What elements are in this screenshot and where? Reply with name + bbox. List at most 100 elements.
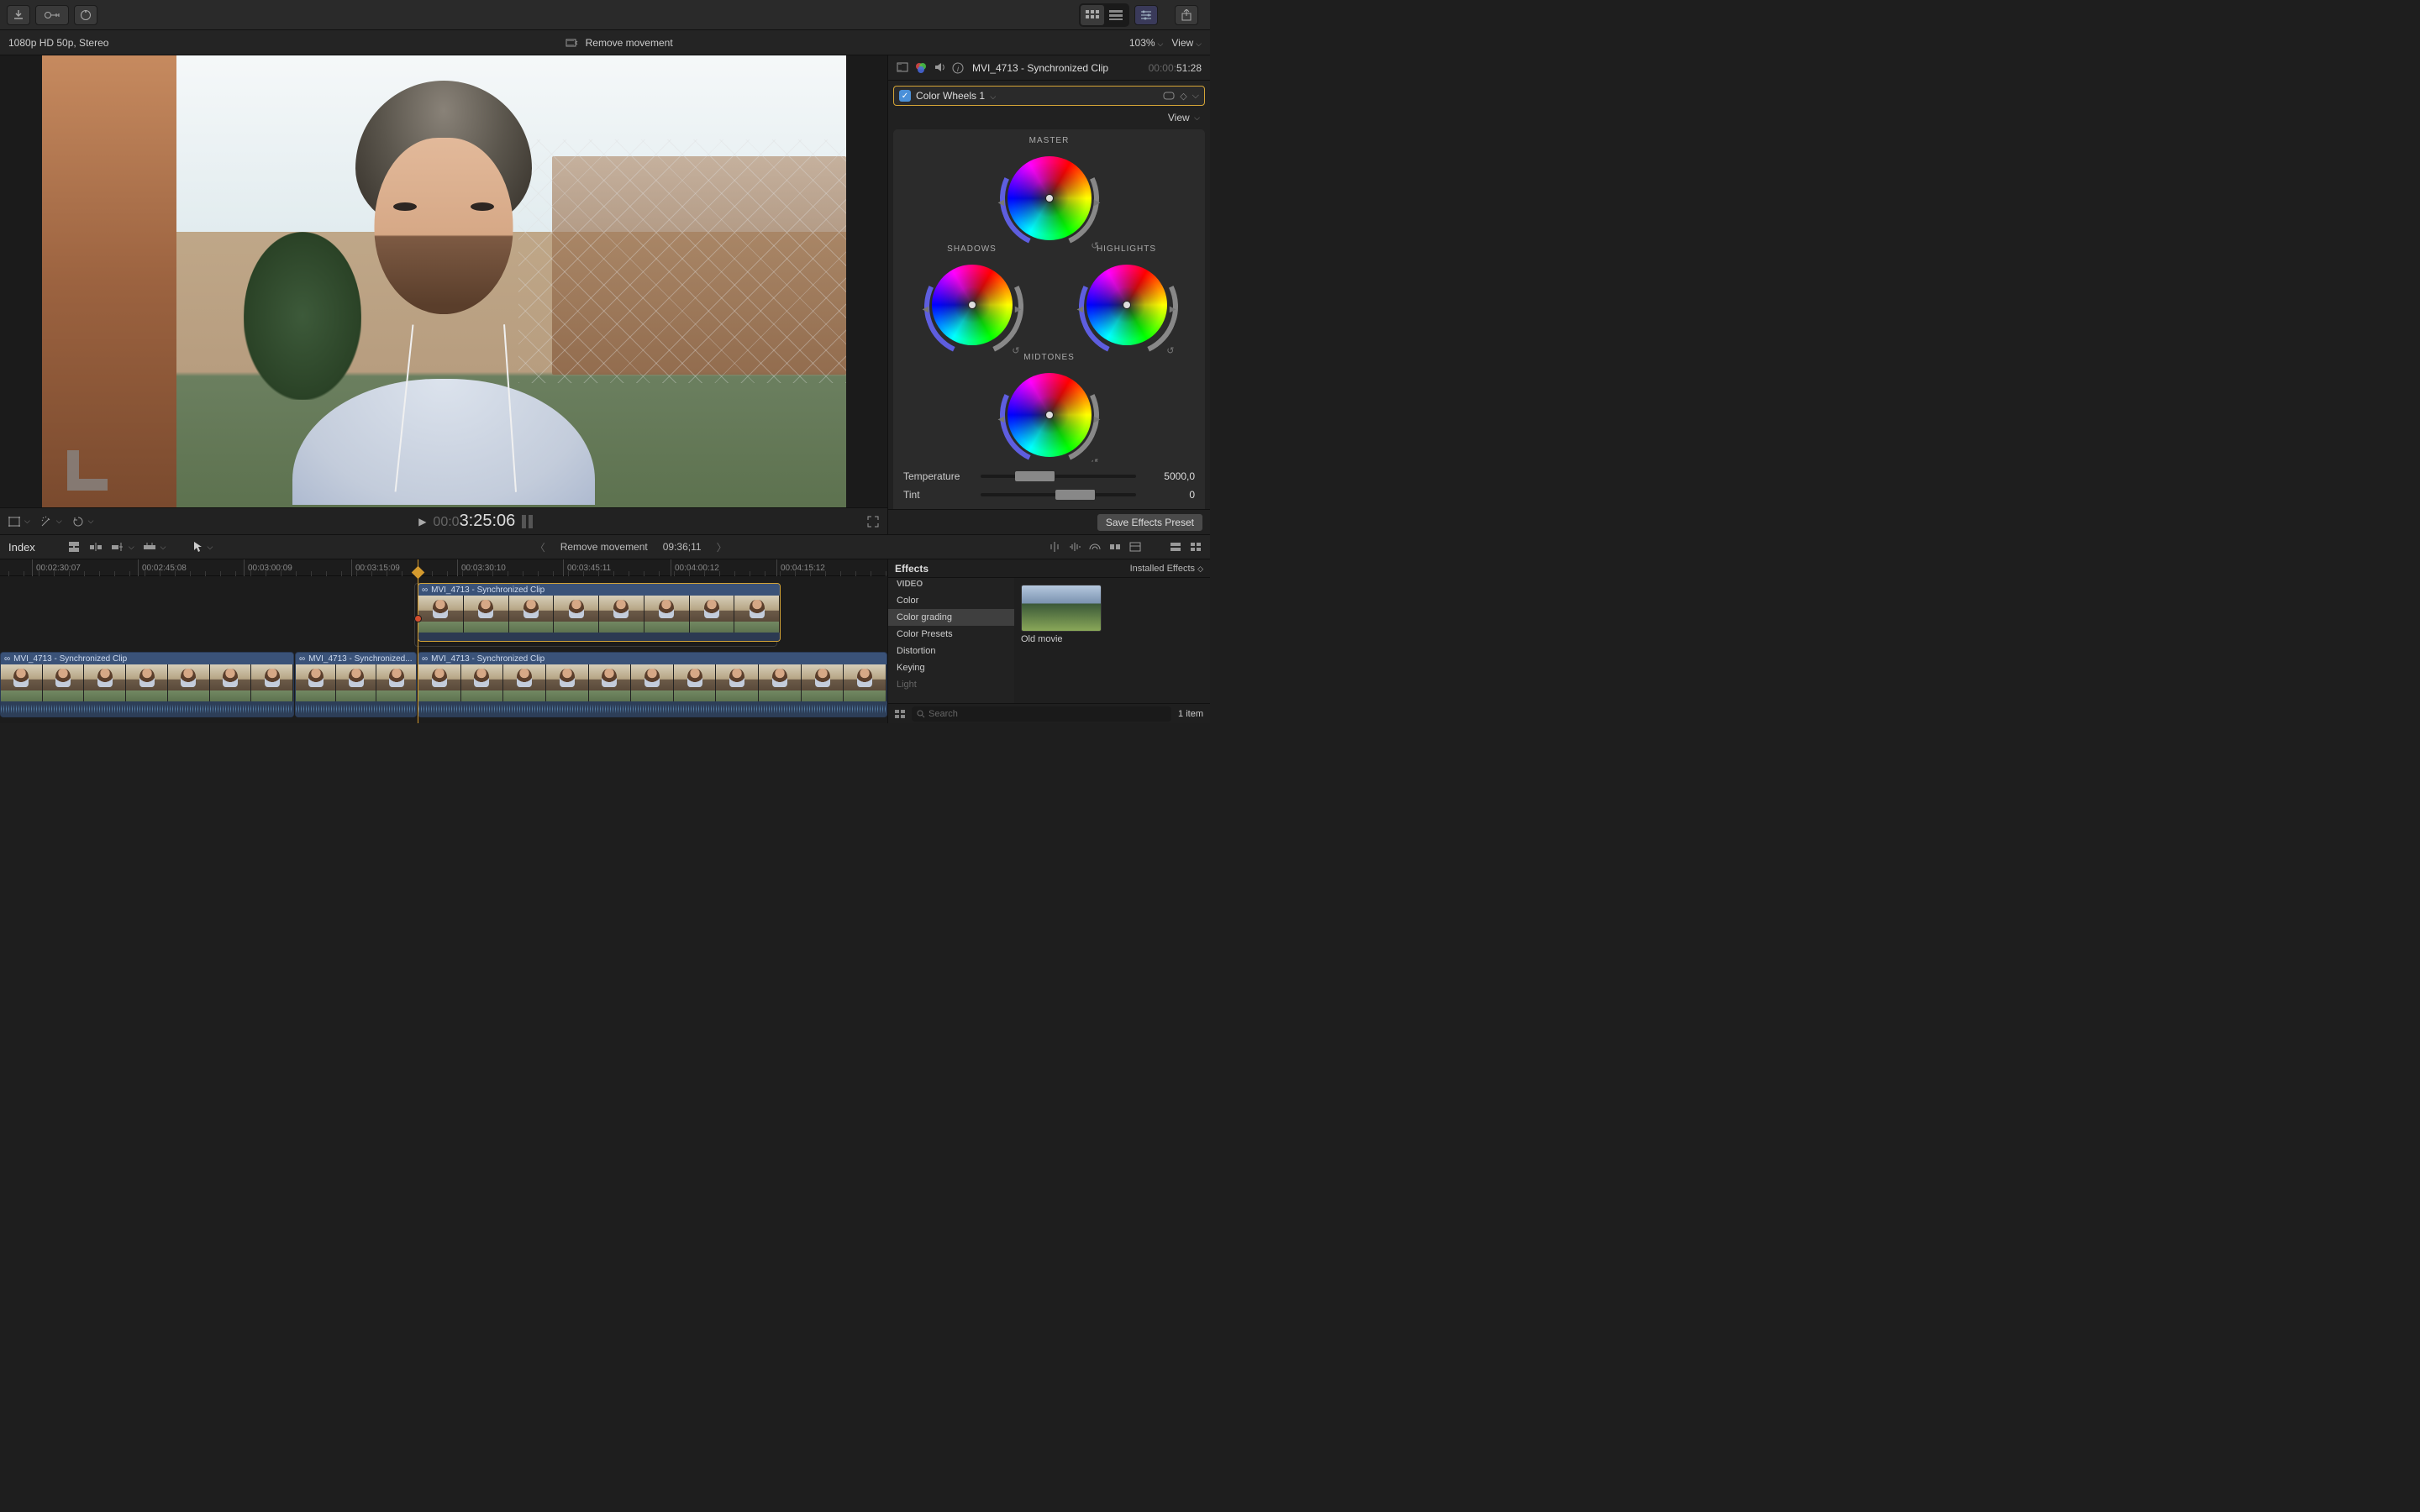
clip-thumbnail <box>210 664 252 701</box>
primary-clip-1[interactable]: ∞MVI_4713 - Synchronized Clip <box>0 652 294 717</box>
play-icon[interactable]: ▶ <box>418 516 426 528</box>
connect-clip-button[interactable] <box>67 541 81 553</box>
color-sliders: Temperature 5000,0 Tint 0 <box>893 462 1205 509</box>
import-button[interactable] <box>7 5 30 25</box>
effect-thumbnail <box>1021 585 1102 632</box>
temperature-value[interactable]: 5000,0 <box>1144 470 1195 482</box>
timeline-index-button[interactable]: Index <box>8 541 35 554</box>
video-inspector-icon[interactable] <box>897 62 908 74</box>
inspector-timecode: 00:00:51:28 <box>1149 62 1202 74</box>
reset-icon[interactable]: ↺ <box>1091 240 1098 251</box>
effects-category-color[interactable]: Color <box>888 592 1014 609</box>
clip-thumbnail <box>509 596 555 633</box>
skimming-button[interactable] <box>1049 541 1060 553</box>
clip-thumbnail <box>631 664 674 701</box>
search-icon <box>917 710 925 718</box>
overwrite-clip-button[interactable]: ⌵ <box>143 541 166 553</box>
timeline-history-back[interactable]: 〈 <box>535 540 545 554</box>
inspector-toggle-button[interactable] <box>1134 5 1158 25</box>
retiming-icon[interactable] <box>566 38 579 48</box>
timeline-ruler[interactable]: 00:02:30:0700:02:45:0800:03:00:0900:03:1… <box>0 559 887 576</box>
reset-icon[interactable]: ↺ <box>1012 345 1019 356</box>
lane-button[interactable] <box>1129 542 1141 552</box>
transform-handle-icon[interactable] <box>67 450 108 491</box>
timeline-layout-button[interactable] <box>1104 5 1128 25</box>
timeline-history-forward[interactable]: 〉 <box>717 540 727 554</box>
browser-layout-button[interactable] <box>1081 5 1104 25</box>
svg-text:i: i <box>957 65 960 73</box>
timeline[interactable]: 00:02:30:0700:02:45:0800:03:00:0900:03:1… <box>0 559 887 723</box>
reset-icon[interactable]: ↺ <box>1166 345 1174 356</box>
wheels-view-dropdown[interactable]: View ⌵ <box>888 106 1210 129</box>
zoom-dropdown[interactable]: 103%⌵ <box>1129 37 1164 49</box>
grid-view-icon[interactable] <box>895 710 905 718</box>
audio-skimming-button[interactable] <box>1069 541 1081 553</box>
effects-categories: VIDEOColorColor gradingColor PresetsDist… <box>888 578 1014 703</box>
effects-search-input[interactable]: Search <box>912 706 1171 722</box>
midtones-color-wheel[interactable]: ◀▶ ↺ <box>1000 365 1099 462</box>
color-inspector-icon[interactable] <box>915 62 927 74</box>
temperature-slider-row: Temperature 5000,0 <box>903 467 1195 486</box>
keyframe-icon[interactable]: ◇ <box>1180 91 1186 102</box>
ruler-tick: 00:04:00:12 <box>671 559 719 576</box>
highlights-color-wheel[interactable]: ◀▶ ↺ <box>1079 257 1175 353</box>
insert-clip-button[interactable] <box>89 541 103 553</box>
tint-slider[interactable] <box>981 493 1136 496</box>
save-effects-preset-button[interactable]: Save Effects Preset <box>1097 513 1203 532</box>
select-tool-button[interactable]: ⌵ <box>192 541 213 553</box>
share-button[interactable] <box>1175 5 1198 25</box>
effects-browser-button[interactable] <box>1190 542 1202 552</box>
ruler-tick: 00:03:15:09 <box>351 559 400 576</box>
color-wheels-area: MASTER ◀▶ ↺ SHADOWS ◀▶ <box>893 129 1205 462</box>
retime-tool-button[interactable]: ⌵ <box>72 516 94 528</box>
clip-name-label: MVI_4713 - Synchronized Clip <box>431 585 544 595</box>
link-icon: ∞ <box>299 654 305 664</box>
enhance-tool-button[interactable]: ⌵ <box>40 516 62 528</box>
clip-thumbnail <box>802 664 844 701</box>
master-color-wheel[interactable]: ◀▶ ↺ <box>1000 149 1099 248</box>
clip-thumbnail <box>716 664 759 701</box>
top-toolbar <box>0 0 1210 30</box>
keyword-button[interactable] <box>35 5 69 25</box>
transform-tool-button[interactable]: ⌵ <box>8 517 30 527</box>
clip-thumbnail <box>844 664 886 701</box>
primary-clip-2[interactable]: ∞MVI_4713 - Synchronized... <box>295 652 417 717</box>
clip-thumbnail <box>589 664 632 701</box>
effect-menu-icon[interactable]: ⌵ <box>1192 91 1199 102</box>
solo-button[interactable] <box>1089 542 1101 552</box>
clip-name-label: MVI_4713 - Synchronized... <box>308 654 412 664</box>
view-dropdown[interactable]: View⌵ <box>1171 37 1202 49</box>
clip-name-label: MVI_4713 - Synchronized Clip <box>431 654 544 664</box>
mask-icon[interactable] <box>1163 92 1175 100</box>
effect-enabled-checkbox[interactable]: ✓ <box>899 90 911 102</box>
clip-thumbnail <box>84 664 126 701</box>
fullscreen-button[interactable] <box>867 516 879 528</box>
effects-category-distortion[interactable]: Distortion <box>888 643 1014 659</box>
snapping-button[interactable] <box>1109 542 1121 552</box>
effect-item-old-movie[interactable]: Old movie <box>1021 585 1102 644</box>
ruler-tick: 00:03:30:10 <box>457 559 506 576</box>
background-tasks-button[interactable] <box>74 5 97 25</box>
temperature-slider[interactable] <box>981 475 1136 478</box>
video-frame <box>42 55 846 507</box>
audio-inspector-icon[interactable] <box>934 62 945 74</box>
info-inspector-icon[interactable]: i <box>952 62 964 74</box>
clip-thumbnail <box>734 596 780 633</box>
append-clip-button[interactable]: ⌵ <box>111 541 134 553</box>
effect-color-wheels-row[interactable]: ✓ Color Wheels 1 ⌵ ◇ ⌵ <box>893 86 1205 106</box>
effects-category-color-presets[interactable]: Color Presets <box>888 626 1014 643</box>
clip-appearance-button[interactable] <box>1170 542 1181 552</box>
clip-thumbnail <box>336 664 376 701</box>
reset-icon[interactable]: ↺ <box>1091 457 1098 462</box>
effects-category-light[interactable]: Light <box>888 676 1014 693</box>
tint-value[interactable]: 0 <box>1144 489 1195 501</box>
shadows-color-wheel[interactable]: ◀▶ ↺ <box>924 257 1020 353</box>
clip-thumbnail <box>554 596 599 633</box>
effects-category-keying[interactable]: Keying <box>888 659 1014 676</box>
primary-clip-3[interactable]: ∞MVI_4713 - Synchronized Clip <box>418 652 887 717</box>
viewer-canvas[interactable] <box>0 55 887 507</box>
connected-clip[interactable]: ∞MVI_4713 - Synchronized Clip <box>418 583 781 642</box>
project-duration: 09:36;11 <box>663 541 702 553</box>
effects-category-color-grading[interactable]: Color grading <box>888 609 1014 626</box>
installed-effects-dropdown[interactable]: Installed Effects ◇ <box>1130 564 1203 574</box>
